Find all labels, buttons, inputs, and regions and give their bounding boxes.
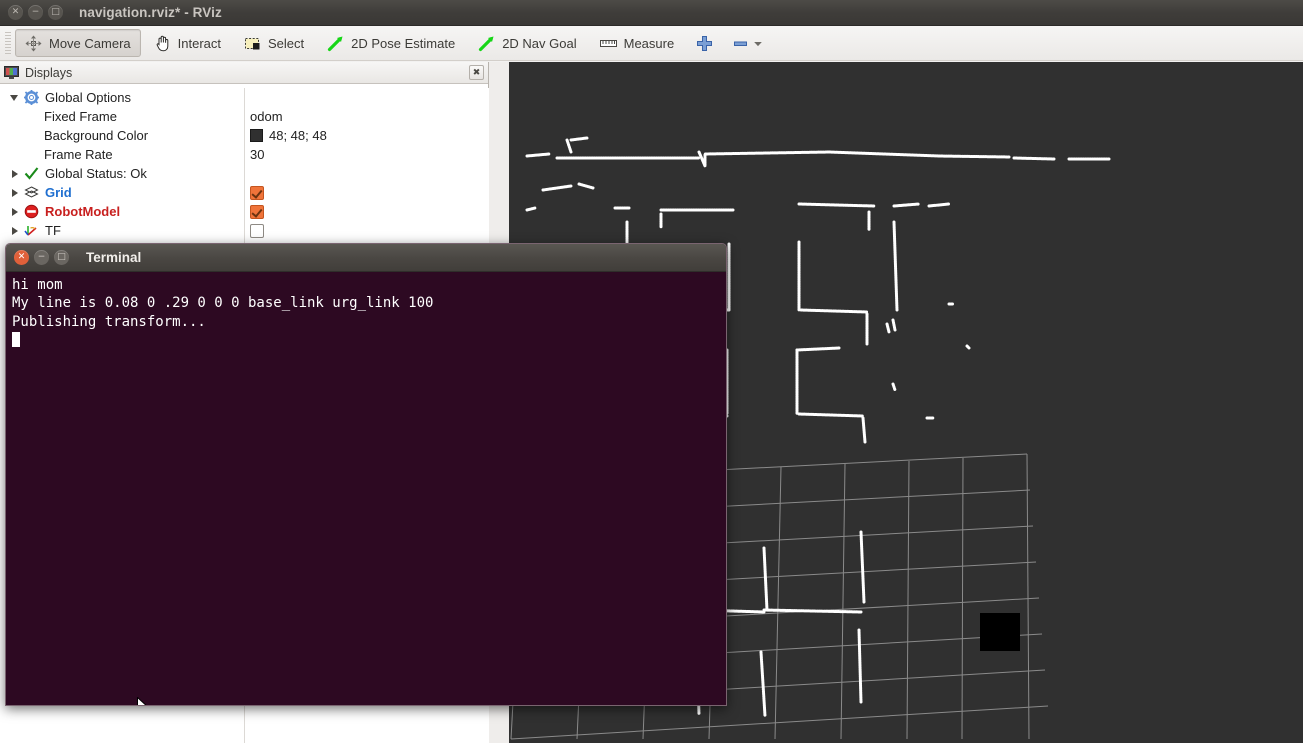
tree-label-background-color: Background Color: [44, 128, 149, 143]
display-monitor-icon: [4, 66, 19, 79]
tree-value-background-color-text: 48; 48; 48: [269, 128, 327, 143]
terminal-line: Publishing transform...: [12, 313, 206, 330]
tree-value-background-color[interactable]: 48; 48; 48: [250, 128, 327, 143]
rviz-minimize-button[interactable]: −: [28, 5, 43, 20]
tool-2d-nav-goal[interactable]: 2D Nav Goal: [468, 29, 586, 57]
select-rectangle-icon: [245, 37, 260, 49]
tool-measure-label: Measure: [623, 35, 675, 51]
tree-label-frame-rate: Frame Rate: [44, 147, 113, 162]
tree-row-fixed-frame[interactable]: Fixed Frame odom: [0, 107, 489, 126]
tree-label-global-options: Global Options: [45, 90, 131, 105]
tf-enabled-checkbox[interactable]: [250, 223, 264, 238]
grid-icon: [24, 186, 39, 198]
minus-icon: [734, 41, 748, 46]
interact-hand-icon: [156, 35, 168, 51]
tool-select-label: Select: [268, 35, 305, 51]
tree-label-tf: TF: [45, 223, 61, 238]
color-swatch-icon: [250, 129, 263, 142]
tree-value-robotmodel[interactable]: [250, 204, 264, 219]
tool-interact[interactable]: Interact: [144, 29, 231, 57]
tree-row-background-color[interactable]: Background Color 48; 48; 48: [0, 126, 489, 145]
tool-2d-pose-estimate-label: 2D Pose Estimate: [351, 35, 456, 51]
terminal-output-area[interactable]: hi mom My line is 0.08 0 .29 0 0 0 base_…: [6, 272, 726, 705]
gear-icon: [24, 90, 39, 105]
tree-value-grid[interactable]: [250, 185, 264, 200]
rviz-close-button[interactable]: ✕: [8, 5, 23, 20]
tree-value-tf[interactable]: [250, 223, 264, 238]
rviz-maximize-button[interactable]: □: [48, 5, 63, 20]
tool-2d-pose-estimate[interactable]: 2D Pose Estimate: [317, 29, 465, 57]
tool-add[interactable]: [687, 29, 722, 57]
terminal-titlebar[interactable]: ✕ − □ Terminal: [6, 244, 726, 272]
tree-row-frame-rate[interactable]: Frame Rate 30: [0, 145, 489, 164]
terminal-minimize-button[interactable]: −: [34, 250, 49, 265]
tree-value-fixed-frame[interactable]: odom: [250, 109, 283, 124]
terminal-prompt-line: [12, 331, 720, 349]
mouse-pointer-icon: [137, 697, 147, 705]
move-camera-icon: [25, 35, 42, 51]
expander-arrow-icon[interactable]: [10, 207, 19, 216]
rviz-window-title: navigation.rviz* - RViz: [79, 5, 222, 20]
displays-panel-title: Displays: [25, 65, 73, 80]
tool-measure[interactable]: Measure: [590, 29, 685, 57]
expander-arrow-icon[interactable]: [10, 226, 19, 235]
tree-row-global-status[interactable]: Global Status: Ok: [0, 164, 489, 183]
tool-remove[interactable]: [725, 29, 770, 57]
chevron-down-icon[interactable]: [753, 35, 763, 52]
tool-2d-nav-goal-label: 2D Nav Goal: [502, 35, 577, 51]
tree-row-global-options[interactable]: Global Options: [0, 88, 489, 107]
tree-label-robotmodel: RobotModel: [45, 204, 121, 219]
expander-arrow-icon[interactable]: [10, 188, 19, 197]
grid-enabled-checkbox[interactable]: [250, 185, 264, 200]
pose-arrow-icon: [328, 36, 343, 51]
tf-axes-icon: [24, 226, 37, 236]
expander-arrow-icon[interactable]: [10, 169, 19, 178]
nav-goal-arrow-icon: [479, 36, 494, 51]
tree-label-fixed-frame: Fixed Frame: [44, 109, 117, 124]
plus-icon: [697, 35, 713, 51]
displays-panel-close-icon[interactable]: ✖: [469, 65, 484, 80]
tree-label-global-status: Global Status: Ok: [45, 166, 147, 181]
tool-select[interactable]: Select: [234, 29, 314, 57]
terminal-line: My line is 0.08 0 .29 0 0 0 base_link ur…: [12, 295, 434, 312]
tree-label-grid: Grid: [45, 185, 72, 200]
terminal-maximize-button[interactable]: □: [54, 250, 69, 265]
terminal-window-title: Terminal: [86, 250, 142, 265]
displays-panel-header[interactable]: Displays ✖: [0, 62, 488, 84]
robot-error-icon: [24, 204, 39, 219]
terminal-line: hi mom: [12, 277, 63, 293]
tree-row-grid[interactable]: Grid: [0, 183, 489, 202]
robot-model-marker: [980, 613, 1020, 651]
toolbar-drag-handle[interactable]: [5, 32, 11, 54]
tool-move-camera[interactable]: Move Camera: [15, 29, 141, 57]
expander-arrow-icon[interactable]: [10, 93, 19, 102]
ruler-icon: [599, 39, 617, 47]
terminal-cursor: [12, 331, 20, 347]
rviz-toolbar: Move Camera Interact Select 2D Pose Esti…: [0, 26, 1303, 61]
check-ok-icon: [24, 167, 39, 180]
tool-interact-label: Interact: [177, 35, 221, 51]
tree-row-robotmodel[interactable]: RobotModel: [0, 202, 489, 221]
rviz-titlebar[interactable]: ✕ − □ navigation.rviz* - RViz: [0, 0, 1303, 26]
tool-move-camera-label: Move Camera: [49, 35, 131, 51]
tree-row-tf[interactable]: TF: [0, 221, 489, 240]
tree-value-frame-rate[interactable]: 30: [250, 147, 264, 162]
terminal-window[interactable]: ✕ − □ Terminal hi mom My line is 0.08 0 …: [5, 243, 727, 706]
terminal-close-button[interactable]: ✕: [14, 250, 29, 265]
robotmodel-enabled-checkbox[interactable]: [250, 204, 264, 219]
